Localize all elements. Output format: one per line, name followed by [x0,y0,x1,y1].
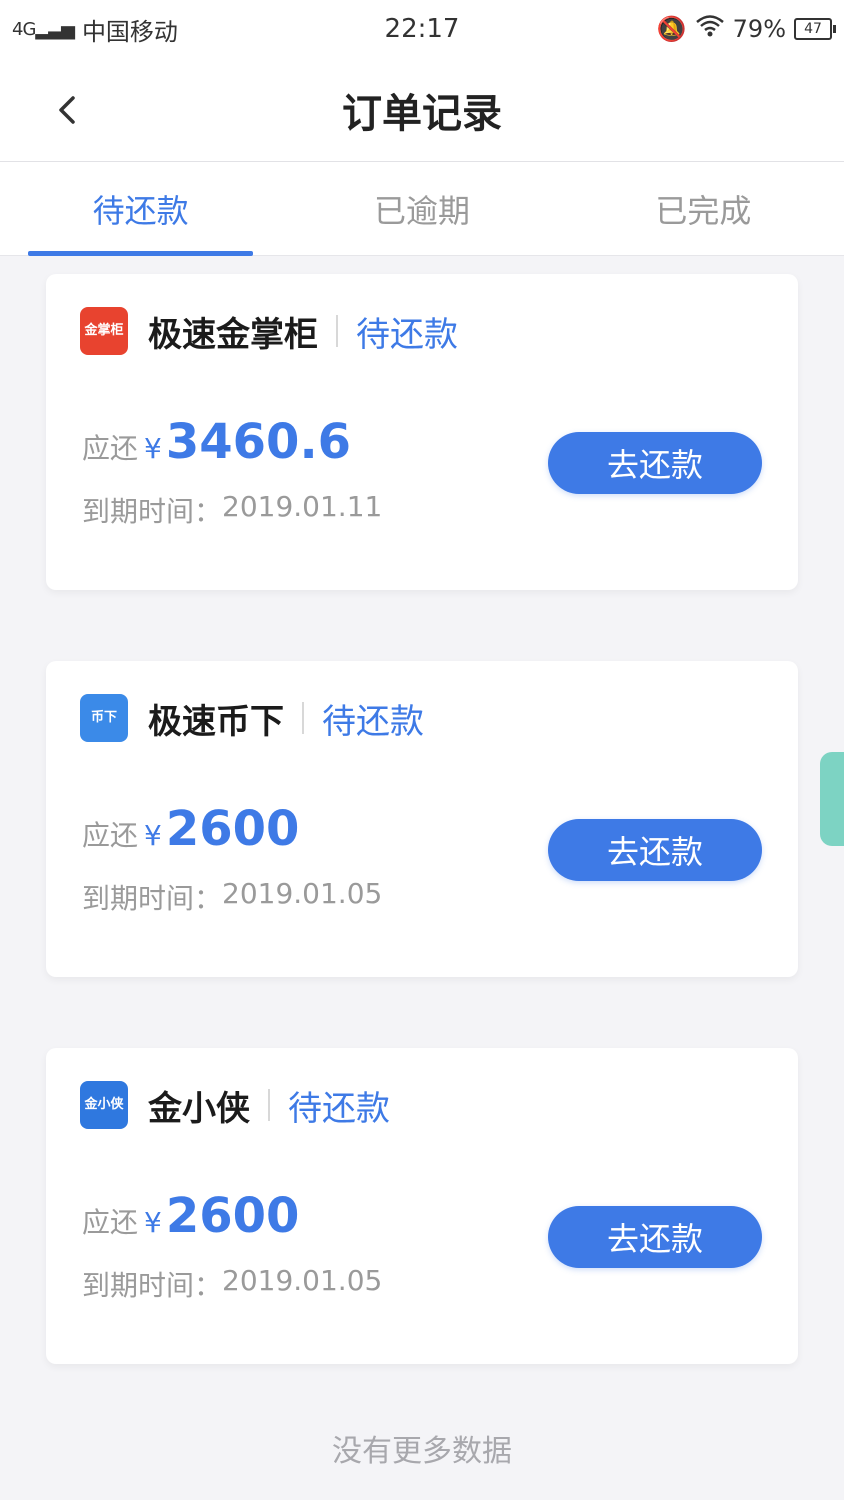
amount-value: 3460.6 [165,414,352,470]
status-bar: 4G▂▃▅ 中国移动 22:17 🔕 79% 47 [0,0,844,58]
order-status: 待还款 [322,701,424,742]
battery-percent: 79% [732,15,786,43]
no-more-data: 没有更多数据 [332,1434,512,1469]
amount-row: 应还 ¥ 2600 [82,801,299,857]
header-divider [268,1089,270,1121]
repay-button[interactable]: 去还款 [548,819,762,881]
due-label: 到期时间： [82,495,223,528]
amount-row: 应还 ¥ 2600 [82,1188,299,1244]
app-name: 金小侠 [148,1088,250,1129]
due-label: 到期时间： [82,882,223,915]
order-status: 待还款 [356,314,458,355]
mute-bell-icon: 🔕 [656,15,687,43]
battery-level: 47 [804,21,822,37]
amount-row: 应还 ¥ 3460.6 [82,414,351,470]
header-divider [336,315,338,347]
order-tabs: 待还款 已逾期 已完成 [0,162,844,256]
due-row: 到期时间： 2019.01.05 [82,1264,382,1304]
amount-label: 应还 [82,432,139,465]
due-date: 2019.01.05 [222,877,383,910]
order-header: 币下 极速币下 待还款 [80,693,424,743]
repay-button[interactable]: 去还款 [548,1206,762,1268]
app-name: 极速币下 [148,701,284,742]
amount-label: 应还 [82,1206,139,1239]
order-card: 金掌柜 极速金掌柜 待还款 应还 ¥ 3460.6 到期时间： 2019.01.… [46,274,798,590]
order-header: 金掌柜 极速金掌柜 待还款 [80,306,458,356]
battery-icon: 47 [794,18,836,40]
order-card: 金小侠 金小侠 待还款 应还 ¥ 2600 到期时间： 2019.01.05 去… [46,1048,798,1364]
repay-button[interactable]: 去还款 [548,432,762,494]
order-status: 待还款 [288,1088,390,1129]
order-card: 币下 极速币下 待还款 应还 ¥ 2600 到期时间： 2019.01.05 去… [46,661,798,977]
header-divider [302,702,304,734]
app-logo-icon: 金小侠 [80,1081,128,1129]
status-right: 🔕 79% 47 [656,14,836,44]
due-date: 2019.01.11 [222,490,383,523]
tab-completed[interactable]: 已完成 [563,162,844,255]
page-title: 订单记录 [342,91,502,137]
currency-symbol: ¥ [144,819,162,852]
app-name: 极速金掌柜 [148,314,318,355]
order-list: 金掌柜 极速金掌柜 待还款 应还 ¥ 3460.6 到期时间： 2019.01.… [46,274,798,1435]
amount-label: 应还 [82,819,139,852]
order-header: 金小侠 金小侠 待还款 [80,1080,390,1130]
due-row: 到期时间： 2019.01.11 [82,490,382,530]
tab-pending[interactable]: 待还款 [0,162,281,256]
wifi-icon [695,14,725,44]
floating-side-tab[interactable] [820,752,844,846]
amount-value: 2600 [165,801,300,857]
tab-overdue[interactable]: 已逾期 [281,162,562,255]
app-logo-icon: 金掌柜 [80,307,128,355]
network-type: 4G [12,18,36,40]
app-logo-icon: 币下 [80,694,128,742]
due-label: 到期时间： [82,1269,223,1302]
currency-symbol: ¥ [144,432,162,465]
signal-icon: 4G▂▃▅ [12,18,75,40]
due-row: 到期时间： 2019.01.05 [82,877,382,917]
amount-value: 2600 [165,1188,300,1244]
due-date: 2019.01.05 [222,1264,383,1297]
nav-bar: 订单记录 [0,58,844,162]
carrier-name: 中国移动 [81,17,178,46]
status-left: 4G▂▃▅ 中国移动 [12,12,178,47]
currency-symbol: ¥ [144,1206,162,1239]
